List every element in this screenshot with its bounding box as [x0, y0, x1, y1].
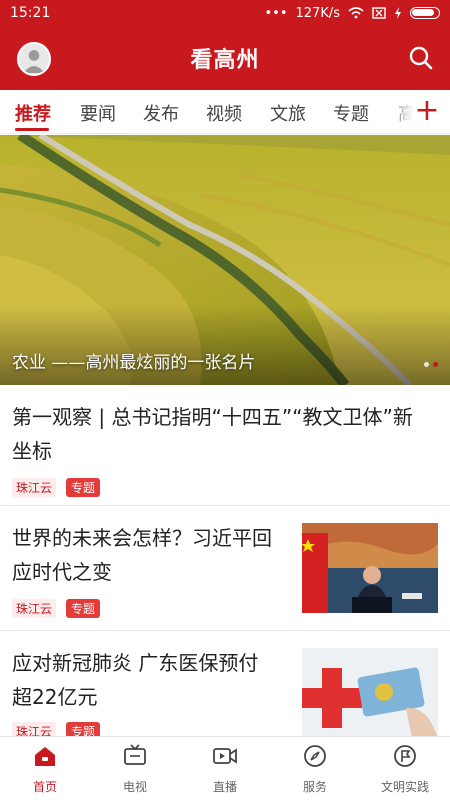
nav-service[interactable]: 服务: [270, 743, 360, 795]
tab-video[interactable]: 视频: [206, 100, 242, 126]
article-title-line: 超22亿元: [12, 685, 98, 709]
nav-tv[interactable]: 电视: [90, 743, 180, 795]
compass-icon: [304, 745, 326, 767]
search-icon[interactable]: [408, 45, 434, 71]
tabs-fade: [384, 90, 414, 133]
tab-culture-travel[interactable]: 文旅: [270, 100, 306, 126]
active-tab-indicator: [15, 128, 49, 131]
status-dots: •••: [264, 5, 288, 21]
nav-label: 直播: [212, 780, 237, 794]
channel-tabs: 推荐 要闻 发布 视频 文旅 专题 高州 +: [0, 90, 450, 134]
tab-recommend[interactable]: 推荐: [15, 100, 51, 126]
nav-live[interactable]: 直播: [180, 743, 270, 795]
carousel-dot: [424, 362, 429, 367]
status-time: 15:21: [10, 5, 51, 21]
tab-release[interactable]: 发布: [143, 100, 179, 126]
add-channel-button[interactable]: +: [414, 96, 440, 126]
article-title-line: 应对新冠肺炎 广东医保预付: [12, 651, 259, 675]
user-avatar-icon: [19, 44, 49, 74]
page-title: 看高州: [190, 48, 260, 73]
article-meta: 珠江云 专题: [12, 478, 101, 497]
status-icons: ••• 127K/s: [264, 6, 440, 21]
article-title: 第一观察 | 总书记指明“十四五”“教文卫体”新 坐标: [12, 400, 442, 468]
app-header: 看高州: [0, 26, 450, 90]
tab-news[interactable]: 要闻: [80, 100, 116, 126]
flag-badge-icon: [394, 745, 416, 767]
nav-label: 电视: [122, 780, 147, 794]
bottom-nav: 首页 电视 直播 服务 文明实践: [0, 736, 450, 800]
battery-icon: [410, 7, 440, 19]
charging-icon: [395, 7, 401, 19]
nav-label: 文明实践: [380, 780, 429, 794]
tv-icon: [124, 744, 146, 765]
speech-photo: [302, 523, 438, 613]
nav-label: 服务: [302, 780, 327, 794]
carousel-dot-active: [433, 362, 438, 367]
live-video-icon: [213, 748, 237, 764]
home-icon: [35, 747, 55, 766]
nav-civilization[interactable]: 文明实践: [360, 743, 450, 795]
source-tag: 珠江云: [12, 478, 57, 497]
nav-label: 首页: [32, 780, 57, 794]
network-speed: 127K/s: [295, 5, 341, 21]
source-tag: 珠江云: [12, 599, 57, 618]
article-title: 应对新冠肺炎 广东医保预付 超22亿元: [12, 646, 302, 714]
wifi-icon: [348, 7, 364, 19]
tab-special[interactable]: 专题: [333, 100, 369, 126]
topic-badge: 专题: [66, 599, 101, 618]
status-bar: 15:21 ••• 127K/s: [0, 0, 450, 26]
article-title-line: 世界的未来会怎样？习近平回: [12, 526, 272, 550]
article-item[interactable]: 世界的未来会怎样？习近平回 应时代之变 珠江云 专题: [0, 507, 450, 631]
hero-banner[interactable]: 农业 ——高州最炫丽的一张名片: [0, 135, 450, 385]
sim-off-icon: [372, 7, 386, 19]
topic-badge: 专题: [66, 478, 101, 497]
nav-home[interactable]: 首页: [0, 743, 90, 795]
banner-caption: 农业 ——高州最炫丽的一张名片: [12, 353, 256, 373]
article-title: 世界的未来会怎样？习近平回 应时代之变: [12, 521, 302, 589]
article-title-line: 应时代之变: [12, 560, 112, 584]
article-thumbnail: [302, 523, 438, 613]
carousel-dots: [424, 362, 438, 367]
article-thumbnail: [302, 648, 438, 738]
article-meta: 珠江云 专题: [12, 599, 101, 618]
medical-card-photo: [302, 648, 438, 738]
avatar[interactable]: [17, 42, 51, 76]
article-item[interactable]: 第一观察 | 总书记指明“十四五”“教文卫体”新 坐标 珠江云 专题: [0, 386, 450, 506]
article-title-line: 第一观察 | 总书记指明“十四五”“教文卫体”新: [12, 405, 413, 429]
article-title-line: 坐标: [12, 439, 52, 463]
article-item[interactable]: 应对新冠肺炎 广东医保预付 超22亿元 珠江云 专题: [0, 632, 450, 741]
